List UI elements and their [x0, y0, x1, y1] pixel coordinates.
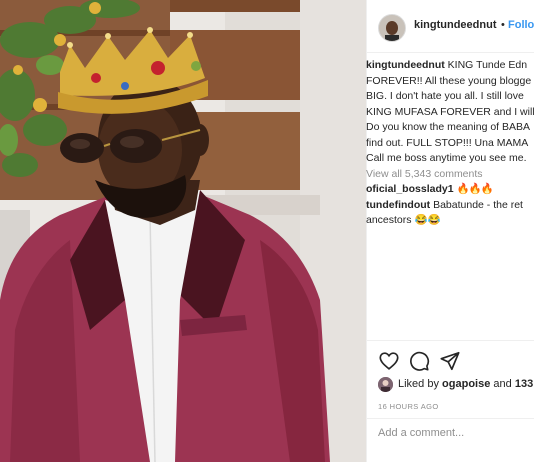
caption-line: kingtundeednut KING Tunde Edn [366, 58, 534, 74]
share-icon[interactable] [439, 350, 461, 372]
liker-avatar[interactable] [378, 377, 393, 392]
divider [366, 340, 534, 341]
likes-count-link[interactable]: 133 [515, 378, 533, 390]
post-image [0, 0, 366, 462]
comment-username-link[interactable]: tundefindout [366, 199, 430, 211]
likes-row: Liked by ogapoise and 133 [378, 377, 534, 393]
liker-username-link[interactable]: ogapoise [442, 378, 490, 390]
likes-conjunction: and [493, 378, 512, 390]
comment-icon[interactable] [408, 350, 430, 372]
add-comment-row [366, 418, 534, 462]
likes-prefix: Liked by [398, 378, 439, 390]
view-all-comments-link[interactable]: View all 5,343 comments [366, 167, 534, 183]
comments-section: kingtundeednut KING Tunde Edn FOREVER!! … [366, 58, 534, 229]
comment-item: tundefindout Babatunde - the ret [366, 198, 534, 214]
add-comment-input[interactable] [378, 427, 528, 439]
post-photo[interactable] [0, 0, 366, 462]
comment-text: 🔥🔥🔥 [456, 183, 493, 195]
post-timestamp[interactable]: 16 HOURS AGO [378, 402, 439, 411]
caption-username-link[interactable]: kingtundeednut [366, 59, 445, 71]
comment-username-link[interactable]: oficial_bosslady1 [366, 183, 454, 195]
comment-text: Babatunde - the ret [433, 198, 523, 211]
post-header: kingtundeednut • Follo [366, 0, 534, 53]
caption-line: KING MUFASA FOREVER and I will [366, 105, 534, 118]
comment-emoji: 😂😂 [414, 214, 441, 226]
comment-item: oficial_bosslady1 🔥🔥🔥 [366, 182, 534, 198]
avatar-image [379, 15, 405, 41]
likes-text: Liked by ogapoise and 133 [398, 378, 533, 390]
post-details-panel: kingtundeednut • Follo kingtundeednut KI… [366, 0, 534, 462]
comment-text: ancestors [366, 214, 412, 226]
caption-line: Do you know the meaning of BABA [366, 121, 531, 133]
caption-line: BIG. I don't hate you all. I still love [366, 90, 524, 102]
caption-text: KING Tunde Edn [447, 59, 528, 71]
header-username-link[interactable]: kingtundeednut [414, 19, 497, 31]
caption-line: find out. FULL STOP!!! Una MAMA [366, 136, 529, 149]
caption-line: Call me boss anytime you see me. [366, 152, 527, 164]
follow-button[interactable]: Follo [508, 19, 534, 31]
caption-line: FOREVER!! All these young blogge [366, 74, 532, 87]
heart-icon[interactable] [378, 350, 400, 372]
separator-dot: • [501, 19, 505, 31]
avatar[interactable] [378, 14, 406, 42]
comment-continuation: ancestors 😂😂 [366, 213, 534, 229]
